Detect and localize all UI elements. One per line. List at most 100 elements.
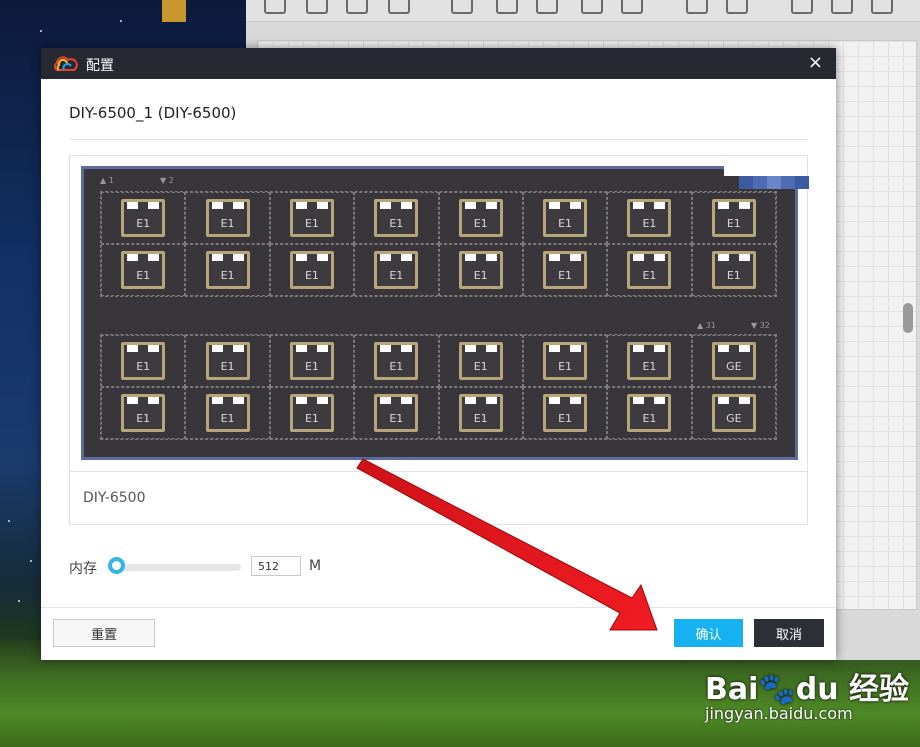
device-panel: ▲ 1 ▼ 2 ▲ 31 ▼ 32 E1 E1 E1 E1 E1 E1 E1 E1 E1 E1 E1…	[69, 155, 809, 525]
port-slot[interactable]: E1	[354, 387, 439, 439]
port-slot[interactable]: E1	[101, 387, 186, 439]
ethernet-port-icon: E1	[627, 342, 672, 380]
port-type-label: E1	[136, 269, 151, 282]
stop-icon[interactable]	[726, 0, 748, 14]
memory-slider-thumb[interactable]	[108, 557, 125, 574]
zoom-out-icon[interactable]	[621, 0, 643, 14]
port-type-label: E1	[473, 360, 488, 373]
memory-slider-track[interactable]	[117, 564, 241, 571]
taskbar-app-icon[interactable]	[162, 0, 186, 22]
link-icon[interactable]	[388, 0, 410, 14]
port-marker: ▲ 1	[100, 176, 114, 185]
port-slot[interactable]: E1	[607, 192, 692, 244]
port-slot[interactable]: E1	[185, 192, 270, 244]
panel-divider	[70, 471, 807, 472]
divider	[69, 139, 808, 140]
port-slot[interactable]: E1	[269, 387, 355, 439]
port-marker: ▼ 2	[160, 176, 174, 185]
start-icon[interactable]	[686, 0, 708, 14]
board-color-strip	[739, 176, 809, 189]
port-slot[interactable]: E1	[269, 244, 355, 296]
port-type-label: E1	[473, 269, 488, 282]
strip-segment	[795, 176, 809, 189]
port-slot[interactable]: E1	[438, 387, 523, 439]
scrollbar-thumb[interactable]	[903, 303, 913, 333]
port-slot[interactable]: E1	[354, 335, 439, 387]
close-button[interactable]: ×	[808, 53, 823, 73]
port-type-label: E1	[642, 412, 657, 425]
port-slot[interactable]: GE	[691, 387, 776, 439]
watermark-logo: Bai🐾du 经验	[705, 672, 910, 707]
port-slot[interactable]: E1	[522, 335, 608, 387]
ethernet-port-icon: E1	[458, 342, 503, 380]
port-slot[interactable]: E1	[522, 244, 608, 296]
ethernet-port-icon: E1	[289, 199, 334, 237]
zoom-in-icon[interactable]	[581, 0, 603, 14]
port-marker: ▼ 32	[751, 321, 770, 330]
star	[40, 30, 42, 32]
port-slot[interactable]: E1	[522, 192, 608, 244]
save-icon[interactable]	[306, 0, 328, 14]
port-type-label: E1	[558, 412, 573, 425]
ethernet-port-icon: GE	[711, 394, 756, 432]
port-type-label: E1	[558, 269, 573, 282]
confirm-button[interactable]: 确认	[674, 619, 743, 647]
device-model-label: DIY-6500	[83, 490, 146, 506]
add-device-icon[interactable]	[264, 0, 286, 14]
port-slot[interactable]: E1	[438, 244, 523, 296]
port-slot[interactable]: E1	[185, 244, 270, 296]
add-node-icon[interactable]	[791, 0, 813, 14]
port-slot[interactable]: E1	[607, 244, 692, 296]
layout-icon[interactable]	[536, 0, 558, 14]
port-slot[interactable]: E1	[438, 335, 523, 387]
port-type-label: E1	[642, 217, 657, 230]
star	[18, 600, 20, 602]
port-type-label: E1	[220, 360, 235, 373]
memory-input[interactable]	[251, 556, 301, 576]
ethernet-port-icon: E1	[711, 199, 756, 237]
strip-segment	[781, 176, 795, 189]
add-shape-icon[interactable]	[831, 0, 853, 14]
port-slot[interactable]: E1	[269, 335, 355, 387]
add-link-icon[interactable]	[871, 0, 893, 14]
baidu-watermark: Bai🐾du 经验 jingyan.baidu.com	[705, 664, 910, 723]
port-type-label: E1	[220, 412, 235, 425]
port-type-label: E1	[558, 360, 573, 373]
port-slot[interactable]: E1	[691, 192, 776, 244]
port-slot[interactable]: E1	[101, 335, 186, 387]
port-slot[interactable]: E1	[269, 192, 355, 244]
cancel-button[interactable]: 取消	[754, 619, 824, 647]
port-grid-bottom: E1 E1 E1 E1 E1 E1 E1 GE E1 E1 E1 E1 E1 E1 E1 GE	[100, 334, 777, 440]
config-dialog: 配置 × DIY-6500_1 (DIY-6500) ▲ 1 ▼ 2 ▲ 31 …	[41, 48, 836, 660]
eye-icon[interactable]	[496, 0, 518, 14]
port-type-label: E1	[389, 360, 404, 373]
open-icon[interactable]	[346, 0, 368, 14]
port-slot[interactable]: GE	[691, 335, 776, 387]
dialog-footer: 重置 确认 取消	[41, 607, 836, 660]
view-icon[interactable]	[451, 0, 473, 14]
ethernet-port-icon: E1	[289, 394, 334, 432]
port-slot[interactable]: E1	[691, 244, 776, 296]
star	[120, 20, 122, 22]
port-slot[interactable]: E1	[354, 192, 439, 244]
port-slot[interactable]: E1	[101, 192, 186, 244]
port-slot[interactable]: E1	[185, 335, 270, 387]
port-slot[interactable]: E1	[522, 387, 608, 439]
port-marker: ▲ 31	[697, 321, 716, 330]
port-slot[interactable]: E1	[354, 244, 439, 296]
port-type-label: E1	[473, 217, 488, 230]
ethernet-port-icon: E1	[543, 394, 588, 432]
ethernet-port-icon: E1	[543, 342, 588, 380]
port-slot[interactable]: E1	[607, 387, 692, 439]
port-type-label: E1	[473, 412, 488, 425]
port-type-label: E1	[220, 269, 235, 282]
device-board: ▲ 1 ▼ 2 ▲ 31 ▼ 32 E1 E1 E1 E1 E1 E1 E1 E1 E1 E1 E1…	[81, 166, 809, 460]
port-type-label: E1	[389, 217, 404, 230]
port-slot[interactable]: E1	[101, 244, 186, 296]
ethernet-port-icon: E1	[289, 342, 334, 380]
reset-button[interactable]: 重置	[53, 619, 155, 647]
port-slot[interactable]: E1	[438, 192, 523, 244]
ethernet-port-icon: E1	[543, 251, 588, 289]
port-slot[interactable]: E1	[185, 387, 270, 439]
port-slot[interactable]: E1	[607, 335, 692, 387]
